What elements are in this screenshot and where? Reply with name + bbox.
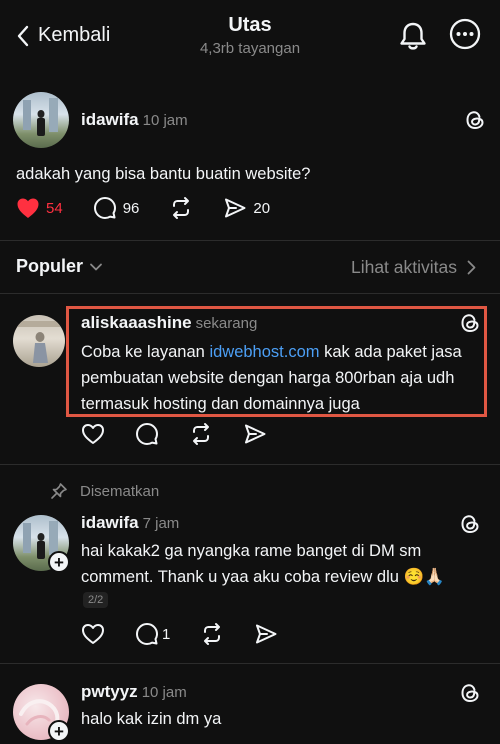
plus-icon: + bbox=[54, 552, 64, 572]
top-bar: Kembali Utas 4,3rb tayangan bbox=[0, 0, 500, 70]
pinned-label: Disematkan bbox=[80, 482, 160, 500]
follow-plus-button[interactable]: + bbox=[48, 720, 70, 742]
divider bbox=[0, 240, 500, 241]
reply-count: 1 bbox=[162, 625, 171, 643]
repost-button[interactable] bbox=[169, 196, 193, 220]
more-icon[interactable] bbox=[448, 17, 482, 51]
reply-header: aliskaaashine sekarang bbox=[81, 313, 257, 333]
like-button[interactable]: 54 bbox=[16, 197, 63, 219]
follow-plus-button[interactable]: + bbox=[48, 551, 70, 573]
pinned-indicator: Disematkan bbox=[50, 482, 159, 500]
divider bbox=[0, 464, 500, 465]
post-text: adakah yang bisa bantu buatin website? bbox=[16, 165, 311, 183]
reply-actions bbox=[81, 422, 267, 446]
heart-icon[interactable] bbox=[81, 623, 105, 645]
threads-icon[interactable] bbox=[459, 312, 481, 334]
heart-icon bbox=[16, 197, 40, 219]
reply-count: 96 bbox=[122, 199, 140, 217]
threads-icon[interactable] bbox=[464, 109, 486, 131]
like-count: 54 bbox=[46, 199, 63, 217]
plus-icon: + bbox=[54, 721, 64, 741]
pin-icon bbox=[50, 482, 68, 500]
reply-header: pwtyyz 10 jam bbox=[81, 682, 187, 702]
post-actions: 54 96 20 bbox=[16, 196, 270, 220]
timestamp: 10 jam bbox=[141, 684, 187, 701]
view-count: 4,3rb tayangan bbox=[199, 40, 301, 57]
threads-icon[interactable] bbox=[459, 513, 481, 535]
send-icon[interactable] bbox=[254, 622, 278, 646]
thread-counter: 2/2 bbox=[83, 592, 109, 608]
send-icon[interactable] bbox=[243, 422, 267, 446]
share-button[interactable]: 20 bbox=[223, 196, 270, 220]
repost-icon[interactable] bbox=[200, 622, 224, 646]
username[interactable]: aliskaaashine bbox=[81, 313, 192, 332]
avatar[interactable] bbox=[13, 92, 69, 148]
threads-icon[interactable] bbox=[459, 682, 481, 704]
comment-icon bbox=[135, 622, 159, 646]
username[interactable]: pwtyyz bbox=[81, 682, 138, 701]
chevron-right-icon bbox=[467, 260, 476, 275]
comment-icon bbox=[93, 196, 117, 220]
username[interactable]: idawifa bbox=[81, 110, 139, 129]
repost-icon[interactable] bbox=[189, 422, 213, 446]
bell-icon[interactable] bbox=[398, 20, 428, 52]
activity-label: Lihat aktivitas bbox=[350, 257, 457, 277]
reply-link[interactable]: idwebhost.com bbox=[209, 343, 319, 361]
chevron-down-icon bbox=[89, 262, 103, 272]
post-header: idawifa 10 jam bbox=[81, 110, 188, 130]
page-title: Utas bbox=[228, 14, 272, 36]
back-button[interactable]: Kembali bbox=[16, 24, 110, 47]
chevron-left-icon bbox=[16, 25, 30, 47]
comment-button[interactable]: 1 bbox=[135, 622, 170, 646]
repost-icon bbox=[169, 196, 193, 220]
activity-link[interactable]: Lihat aktivitas bbox=[351, 257, 476, 278]
back-label: Kembali bbox=[38, 24, 111, 46]
username[interactable]: idawifa bbox=[81, 513, 139, 532]
sort-dropdown[interactable]: Populer bbox=[16, 256, 103, 277]
reply-text: Coba ke layanan idwebhost.com kak ada pa… bbox=[81, 343, 462, 413]
timestamp: 7 jam bbox=[142, 515, 180, 532]
comment-button[interactable]: 96 bbox=[93, 196, 140, 220]
title-block: Utas 4,3rb tayangan bbox=[150, 14, 350, 57]
reply-text: halo kak izin dm ya bbox=[81, 710, 222, 728]
reply-header: idawifa 7 jam bbox=[81, 513, 179, 533]
reply-text: hai kakak2 ga nyangka rame banget di DM … bbox=[81, 542, 445, 586]
comment-icon[interactable] bbox=[135, 422, 159, 446]
send-icon bbox=[223, 196, 247, 220]
timestamp: 10 jam bbox=[142, 112, 188, 129]
avatar[interactable] bbox=[13, 315, 65, 367]
divider bbox=[0, 293, 500, 294]
share-count: 20 bbox=[253, 199, 271, 217]
timestamp: sekarang bbox=[195, 315, 258, 332]
heart-icon[interactable] bbox=[81, 423, 105, 445]
divider bbox=[0, 663, 500, 664]
reply-actions: 1 bbox=[81, 622, 278, 646]
sort-label: Populer bbox=[16, 256, 84, 276]
